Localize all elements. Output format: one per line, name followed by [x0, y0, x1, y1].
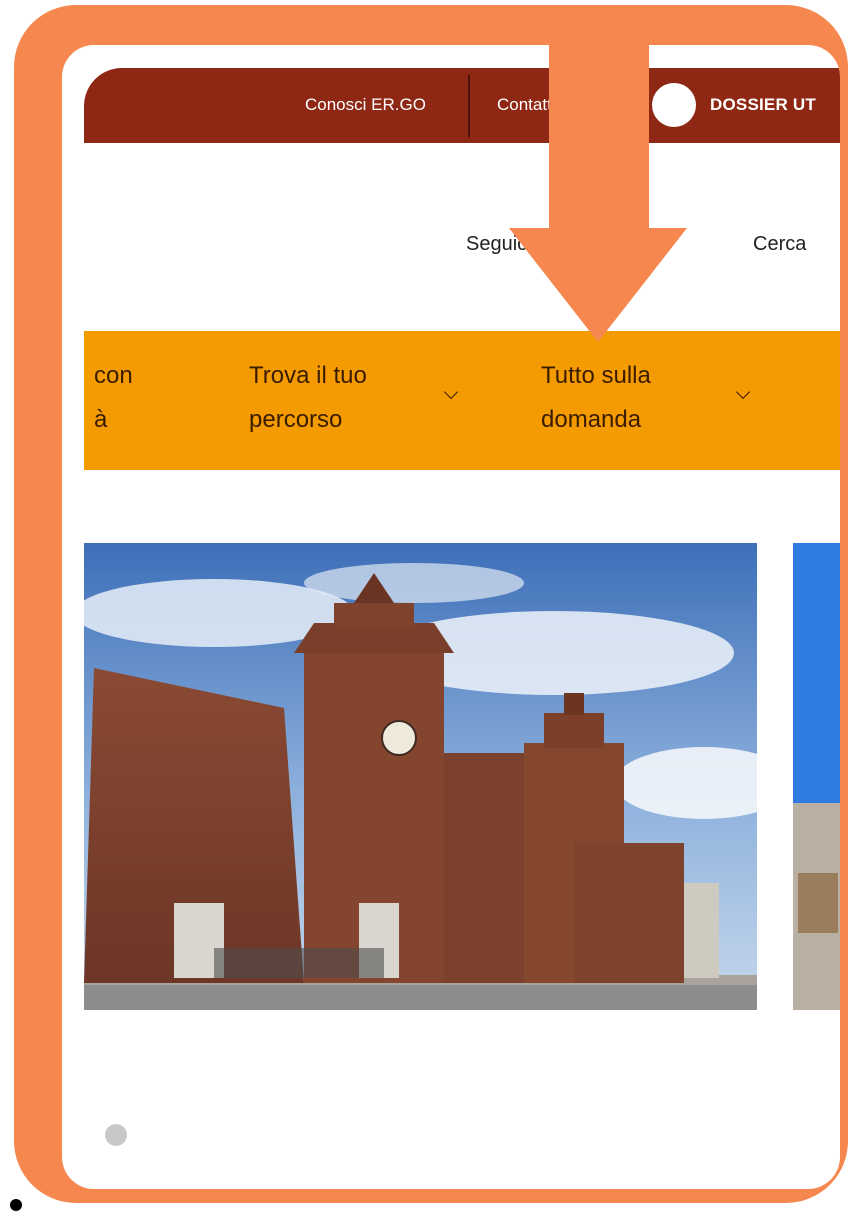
slider-image-castle[interactable] [84, 543, 757, 1010]
top-bar: Conosci ER.GO Contatti DOSSIER UT [84, 68, 840, 143]
chevron-down-icon[interactable] [443, 384, 459, 400]
about-link[interactable]: Conosci ER.GO [305, 95, 426, 115]
chevron-down-icon[interactable] [735, 384, 751, 400]
follow-us-link[interactable]: Seguici [466, 233, 532, 256]
slider-image-next[interactable] [793, 543, 840, 1010]
menu-item-application[interactable]: Tutto sulla domanda [541, 354, 651, 442]
main-menu: con à Trova il tuo percorso Tutto sulla … [84, 331, 840, 470]
menu-item-partial-line2: à [94, 406, 108, 433]
next-slide-photo [793, 543, 840, 1010]
user-avatar-icon[interactable] [652, 83, 696, 127]
topbar-divider [468, 75, 470, 137]
search-link[interactable]: Cerca [753, 233, 806, 256]
menu-item-find-path-line1: Trova il tuo [249, 362, 367, 389]
menu-item-application-line1: Tutto sulla [541, 362, 651, 389]
menu-item-find-path[interactable]: Trova il tuo percorso [249, 354, 367, 442]
bullet-dot [10, 1199, 22, 1211]
castle-photo [84, 543, 757, 1010]
menu-item-partial[interactable]: con à [94, 354, 133, 442]
contacts-link[interactable]: Contatti [497, 95, 556, 115]
slider-dot[interactable] [105, 1124, 127, 1146]
menu-item-partial-line1: con [94, 362, 133, 389]
menu-item-find-path-line2: percorso [249, 406, 343, 433]
menu-item-application-line2: domanda [541, 406, 642, 433]
page-screen: Conosci ER.GO Contatti DOSSIER UT Seguic… [62, 45, 840, 1189]
device-frame: Conosci ER.GO Contatti DOSSIER UT Seguic… [14, 5, 848, 1203]
dossier-link[interactable]: DOSSIER UT [710, 95, 816, 115]
